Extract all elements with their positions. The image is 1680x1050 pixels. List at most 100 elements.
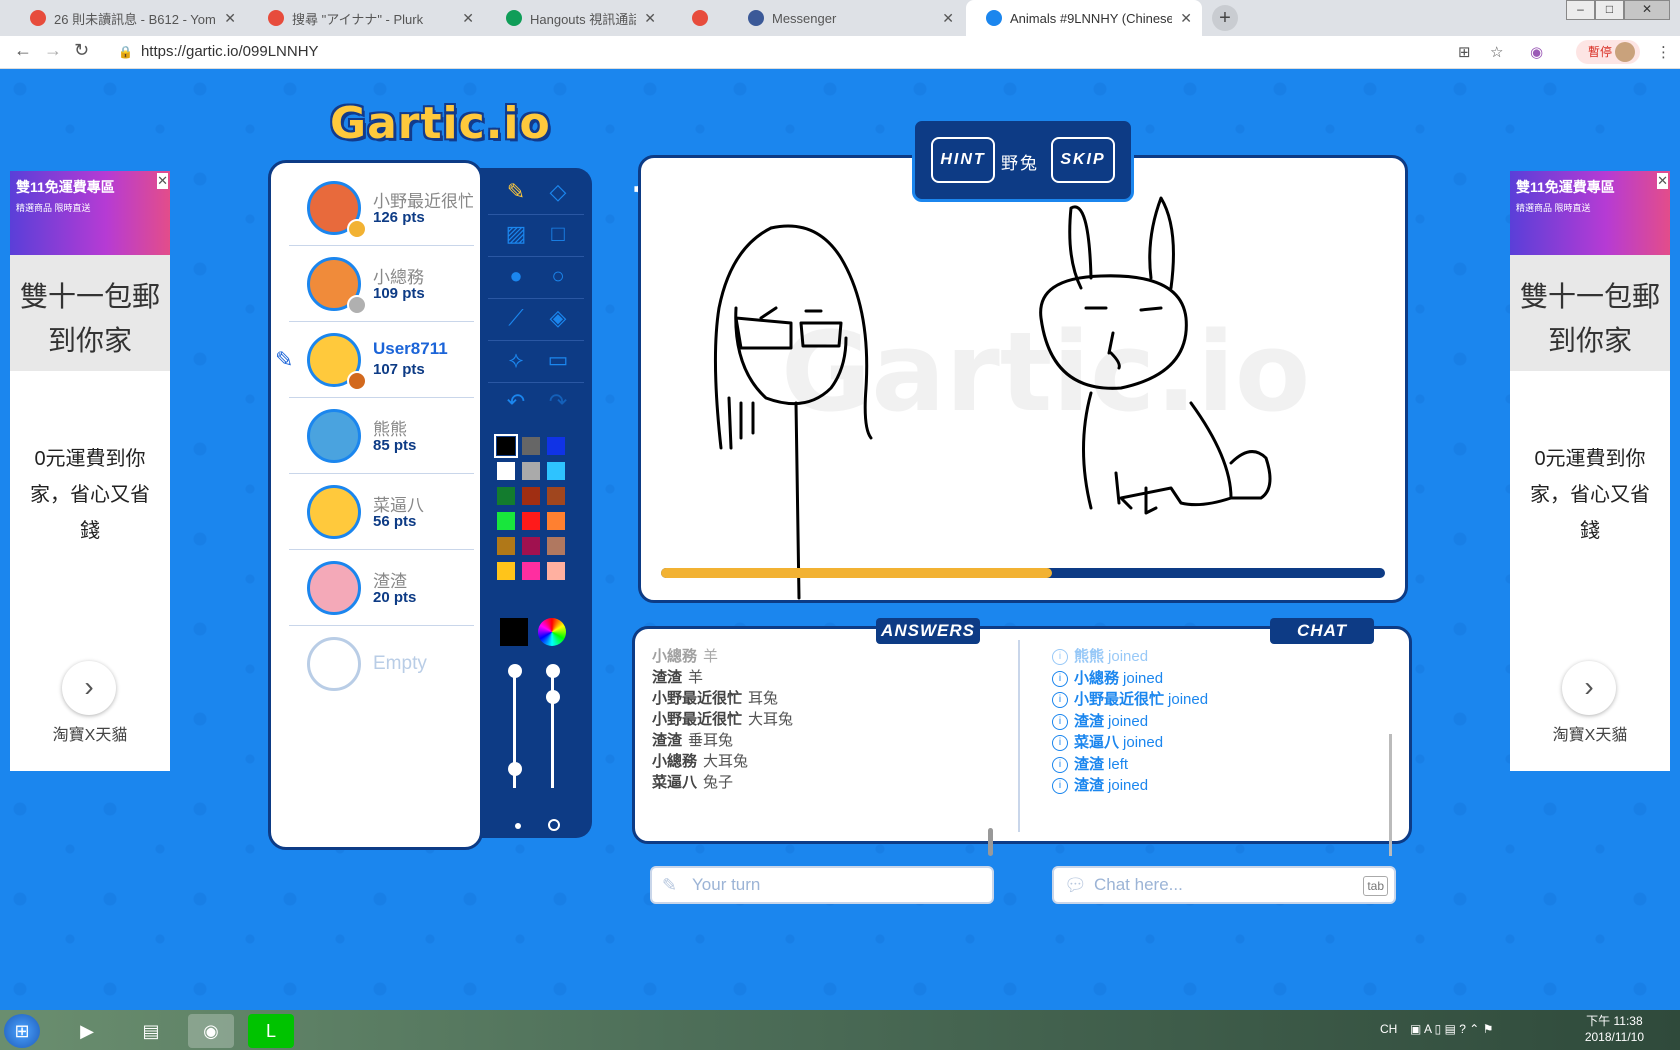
player-row[interactable]: User8711 107 pts ✎ (275, 325, 474, 398)
answer-input[interactable]: ✎ Your turn (650, 866, 994, 904)
opacity-slider-top-knob[interactable] (508, 664, 522, 678)
player-name: User8711 (373, 339, 448, 358)
tray-icons[interactable]: ▣ A ▯ ▤ ? ⌃ ⚑ (1410, 1022, 1493, 1036)
ad-next-arrow-icon[interactable]: › (1562, 661, 1616, 715)
color-swatch[interactable] (521, 461, 541, 481)
drawing-canvas[interactable]: Gartic.io (638, 155, 1408, 603)
player-row[interactable]: 熊熊 85 pts (289, 401, 474, 474)
ad-next-arrow-icon[interactable]: › (62, 661, 116, 715)
chat-scrollbar[interactable] (1389, 734, 1392, 856)
tab-close-icon[interactable]: ✕ (942, 10, 954, 27)
chat-text: joined (1108, 777, 1149, 794)
menu-icon[interactable]: ⋮ (1656, 43, 1671, 61)
undo-icon[interactable]: ↶ (498, 384, 534, 420)
hint-button[interactable]: HINT (931, 137, 995, 183)
color-swatch[interactable] (496, 511, 516, 531)
color-swatch[interactable] (521, 436, 541, 456)
color-picker-icon[interactable] (538, 618, 566, 646)
browser-tab[interactable]: 搜尋 "アイナナ" - Plurk ✕ (248, 0, 484, 36)
chat-author[interactable]: 菜逼八 (1074, 734, 1119, 751)
forward-icon[interactable]: → (44, 40, 62, 61)
chat-author[interactable]: 小野最近很忙 (1074, 691, 1164, 708)
chat-list: i 熊熊 joined i 小總務 joined i 小野最近很忙 joined i 渣渣 joine… (1052, 646, 1382, 797)
browser-tab[interactable]: 26 則未讀訊息 - B612 - Yomic社群 ✕ (10, 0, 246, 36)
tab-close-icon[interactable]: ✕ (1180, 10, 1192, 27)
chat-author[interactable]: 渣渣 (1074, 756, 1104, 773)
ad-right[interactable]: 雙11免運費專區 精選商品 限時直送 ✕ 雙十一包郵到你家 0元運費到你家，省心又… (1510, 171, 1670, 771)
color-swatch[interactable] (546, 461, 566, 481)
ad-close-icon[interactable]: ✕ (157, 173, 168, 189)
chrome-icon[interactable]: ◉ (188, 1014, 234, 1048)
tab-close-icon[interactable]: ✕ (462, 10, 474, 27)
answers-scrollbar[interactable] (988, 828, 993, 856)
input-language[interactable]: CH (1380, 1022, 1397, 1036)
ad-left[interactable]: 雙11免運費專區 精選商品 限時直送 ✕ 雙十一包郵到你家 0元運費到你家，省心又… (10, 171, 170, 771)
answer-text: 大耳兔 (703, 753, 749, 770)
opacity-slider-knob[interactable] (508, 762, 522, 776)
color-swatch[interactable] (546, 561, 566, 581)
brush-size-slider-knob[interactable] (546, 690, 560, 704)
browser-tab[interactable]: Messenger ✕ (728, 0, 964, 36)
extension-icon[interactable]: ◉ (1530, 43, 1543, 61)
filled-circle-tool-icon[interactable]: ● (498, 258, 534, 294)
browser-tab[interactable]: Hangouts 視訊通話 ✕ (486, 0, 666, 36)
eyedropper-tool-icon[interactable]: ⟡ (498, 342, 534, 378)
color-swatch[interactable] (496, 486, 516, 506)
brush-size-slider-top-knob[interactable] (546, 664, 560, 678)
filled-rectangle-tool-icon[interactable]: ▨ (498, 216, 534, 252)
color-swatch[interactable] (521, 561, 541, 581)
empty-player-slot[interactable]: Empty (289, 629, 474, 701)
chat-author[interactable]: 渣渣 (1074, 713, 1104, 730)
file-explorer-icon[interactable]: ▤ (128, 1014, 174, 1048)
new-tab-button[interactable]: + (1212, 5, 1238, 31)
color-swatch[interactable] (496, 461, 516, 481)
chat-input[interactable]: 💬︎ Chat here... tab (1052, 866, 1396, 904)
line-tool-icon[interactable]: ⟋ (498, 300, 534, 336)
tab-close-icon[interactable]: ✕ (644, 10, 656, 27)
line-app-icon[interactable]: L (248, 1014, 294, 1048)
start-button-icon[interactable]: ⊞ (4, 1014, 40, 1048)
browser-tab[interactable]: Animals #9LNNHY (Chinese (Ta ✕ (966, 0, 1202, 36)
player-row[interactable]: 菜逼八 56 pts (289, 477, 474, 550)
color-swatch[interactable] (521, 536, 541, 556)
color-swatch[interactable] (521, 486, 541, 506)
player-row[interactable]: 小總務 109 pts (289, 249, 474, 322)
tab-close-icon[interactable]: ✕ (224, 10, 236, 27)
profile-avatar[interactable] (1615, 42, 1635, 62)
color-swatch[interactable] (546, 511, 566, 531)
chat-author[interactable]: 渣渣 (1074, 777, 1104, 794)
back-icon[interactable]: ← (14, 40, 32, 61)
circle-tool-icon[interactable]: ○ (540, 258, 576, 294)
reload-icon[interactable]: ↻ (74, 40, 89, 61)
skip-button[interactable]: SKIP (1051, 137, 1115, 183)
fill-bucket-tool-icon[interactable]: ◈ (540, 300, 576, 336)
window-close-button[interactable]: ✕ (1624, 0, 1670, 20)
color-swatch[interactable] (546, 436, 566, 456)
bookmark-star-icon[interactable]: ☆ (1490, 43, 1503, 61)
ad-close-icon[interactable]: ✕ (1657, 173, 1668, 189)
address-bar[interactable]: 🔒 https://gartic.io/099LNNHY (118, 40, 1548, 64)
redo-icon[interactable]: ↷ (540, 384, 576, 420)
color-swatch[interactable] (546, 486, 566, 506)
current-color[interactable] (500, 618, 528, 646)
eraser-tool-icon[interactable]: ◇ (540, 174, 576, 210)
color-swatch[interactable] (496, 561, 516, 581)
maximize-button[interactable]: □ (1595, 0, 1624, 20)
color-swatch[interactable] (496, 536, 516, 556)
rectangle-tool-icon[interactable]: □ (540, 216, 576, 252)
color-swatch[interactable] (546, 536, 566, 556)
brush-size-slider[interactable] (551, 668, 554, 788)
media-player-icon[interactable]: ▶ (64, 1014, 110, 1048)
color-swatch[interactable] (521, 511, 541, 531)
chat-author[interactable]: 熊熊 (1074, 648, 1104, 665)
browser-tab[interactable] (672, 0, 724, 36)
player-row[interactable]: 小野最近很忙 126 pts (289, 173, 474, 246)
system-clock[interactable]: 下午 11:38 2018/11/10 (1585, 1013, 1644, 1045)
translate-icon[interactable]: ⊞ (1458, 43, 1471, 61)
pencil-tool-icon[interactable]: ✎ (498, 174, 534, 210)
color-swatch[interactable] (494, 434, 518, 458)
player-row[interactable]: 渣渣 20 pts (289, 553, 474, 626)
new-page-tool-icon[interactable]: ▭ (540, 342, 576, 378)
chat-author[interactable]: 小總務 (1074, 670, 1119, 687)
minimize-button[interactable]: – (1566, 0, 1595, 20)
